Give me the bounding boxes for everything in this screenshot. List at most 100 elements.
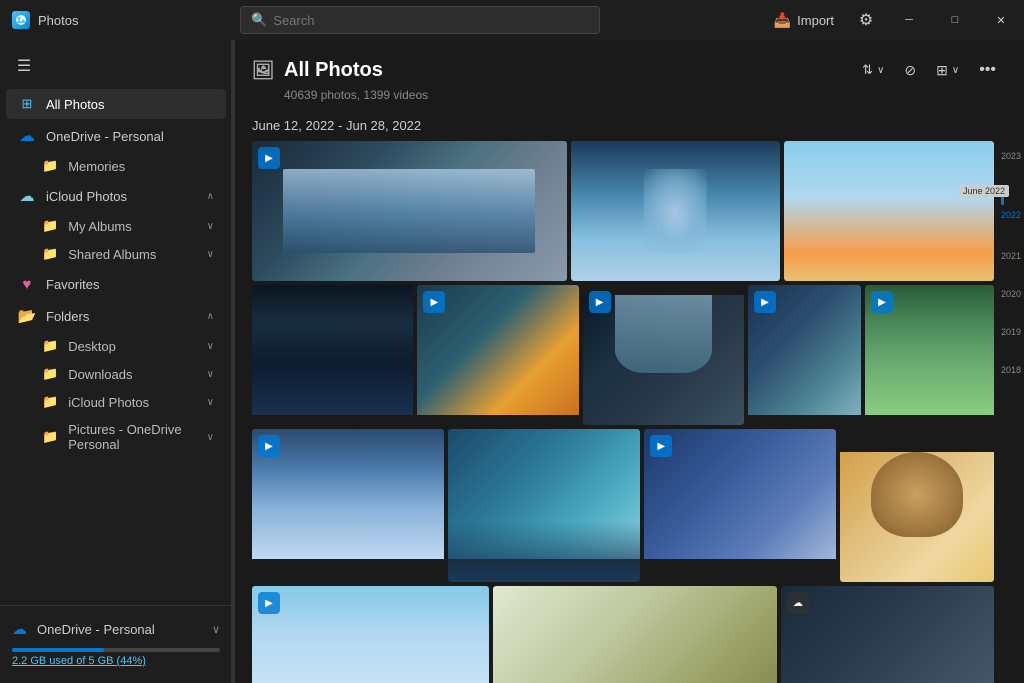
memories-icon: 📁 [42,158,58,174]
photo-cell[interactable] [840,429,994,582]
chevron-down-icon: ∨ [212,623,220,636]
photo-image [493,586,777,683]
timeline-active-label: June 2022 [959,185,1009,197]
sidebar-item-memories[interactable]: 📁 Memories [6,153,226,179]
photo-cell[interactable]: ▶ [583,285,744,425]
photo-cell[interactable] [493,586,777,683]
photo-badge: ▶ [871,291,893,313]
settings-button[interactable]: ⚙ [846,0,886,40]
more-icon: ••• [979,61,996,79]
photo-cell[interactable]: ☁ [781,586,994,683]
sort-button[interactable]: ⇅ ∨ [854,57,892,83]
hamburger-button[interactable]: ☰ [4,48,44,84]
content-title: 🖼 All Photos [252,59,383,82]
badge-icon: ▶ [878,297,886,308]
hamburger-icon: ☰ [17,56,31,76]
sidebar-item-label: My Albums [68,219,196,234]
photo-cell[interactable] [448,429,640,582]
timeline-active: June 2022 2022 [1001,189,1021,223]
timeline-label-2022[interactable]: 2022 [1001,210,1021,220]
photo-cell[interactable]: ▶ [748,285,861,425]
photo-row-1: ▶ ☁ [252,141,994,281]
view-button[interactable]: ⊞ ∨ [928,57,967,84]
minimize-button[interactable]: ─ [886,0,932,40]
titlebar: Photos 🔍 📥 Import ⚙ ─ □ ✕ [0,0,1024,40]
sidebar-item-label: Favorites [46,277,214,292]
sidebar-item-pictures-onedrive[interactable]: 📁 Pictures - OneDrive Personal ∨ [6,417,226,457]
chevron-up-icon: ∧ [207,311,214,322]
sidebar-item-folders[interactable]: 📂 Folders ∧ [6,301,226,331]
sidebar-item-icloud[interactable]: ☁ iCloud Photos ∧ [6,181,226,211]
folder-icon: 📁 [42,366,58,382]
photo-badge: ▶ [258,147,280,169]
folder-icon: 📁 [42,429,58,445]
badge-icon: ▶ [761,297,769,308]
search-input[interactable] [273,13,589,28]
photo-grid-wrapper[interactable]: ▶ ☁ [232,141,1024,683]
storage-bar [12,648,220,652]
sidebar-item-onedrive[interactable]: ☁ OneDrive - Personal [6,121,226,151]
app-icon [12,11,30,29]
view-chevron: ∨ [952,65,959,76]
photo-cell[interactable]: ▶ [865,285,994,425]
photo-cell[interactable]: ▶ [252,429,444,582]
sort-chevron: ∨ [877,65,884,76]
timeline-label-2021[interactable]: 2021 [1001,251,1021,261]
filter-button[interactable]: ⊘ [896,57,924,84]
timeline-label-2023[interactable]: 2023 [1001,151,1021,161]
photo-image [252,285,413,415]
photo-cell[interactable]: ☁ 📷 [784,141,994,281]
chevron-down-icon: ∨ [207,397,214,408]
sidebar-item-downloads[interactable]: 📁 Downloads ∨ [6,361,226,387]
sidebar-item-desktop[interactable]: 📁 Desktop ∨ [6,333,226,359]
all-photos-icon: 🖼 [252,59,274,81]
photo-image [252,586,489,683]
sidebar-item-favorites[interactable]: ♥ Favorites [6,269,226,299]
storage-bar-container: 2.2 GB used of 5 GB (44%) [12,648,220,667]
photo-cell[interactable] [571,141,781,281]
folder-icon: 📁 [42,394,58,410]
maximize-button[interactable]: □ [932,0,978,40]
search-box[interactable]: 🔍 [240,6,600,34]
search-icon: 🔍 [251,12,267,28]
badge-icon: ▶ [265,153,273,164]
timeline-label-2018[interactable]: 2018 [1001,365,1021,375]
badge-icon: ▶ [430,297,438,308]
sidebar-item-label: iCloud Photos [46,189,197,204]
timeline-label-2020[interactable]: 2020 [1001,289,1021,299]
photo-cell[interactable]: ▶ [417,285,578,425]
photo-image [644,429,836,559]
onedrive-bottom-item[interactable]: ☁ OneDrive - Personal ∨ [12,614,220,644]
storage-link[interactable]: 2.2 GB used of 5 GB (44%) [12,655,146,667]
sidebar-item-icloud-folder[interactable]: 📁 iCloud Photos ∨ [6,389,226,415]
sidebar-bottom: ☁ OneDrive - Personal ∨ 2.2 GB used of 5… [0,605,232,675]
photo-badge: ▶ [650,435,672,457]
sidebar-item-label: iCloud Photos [68,395,196,410]
sidebar-item-shared-albums[interactable]: 📁 Shared Albums ∨ [6,241,226,267]
photo-cell[interactable]: ▶ [252,586,489,683]
sidebar-item-my-albums[interactable]: 📁 My Albums ∨ [6,213,226,239]
grid-icon: ⊞ [18,95,36,113]
photo-cell[interactable] [252,285,413,425]
badge-icon: ▶ [265,598,273,609]
close-button[interactable]: ✕ [978,0,1024,40]
sort-icon: ⇅ [862,62,873,78]
photo-badge: ▶ [258,435,280,457]
import-button[interactable]: 📥 Import [762,8,846,33]
sidebar-resize-handle[interactable] [231,40,235,683]
photo-image [583,295,744,425]
close-icon: ✕ [996,14,1005,27]
photo-cell[interactable]: ▶ [252,141,567,281]
photo-badge: ▶ [423,291,445,313]
sidebar-item-all-photos[interactable]: ⊞ All Photos [6,89,226,119]
app-title: Photos [38,13,78,28]
badge-icon: ▶ [265,441,273,452]
chevron-down-icon: ∨ [207,341,214,352]
timeline-label-2019[interactable]: 2019 [1001,327,1021,337]
more-button[interactable]: ••• [971,56,1004,84]
photo-cell[interactable]: ▶ [644,429,836,582]
sidebar: ☰ ⊞ All Photos ☁ OneDrive - Personal 📁 M… [0,40,232,683]
titlebar-center: 🔍 [78,6,761,34]
photo-image [252,429,444,559]
filter-icon: ⊘ [904,62,916,79]
